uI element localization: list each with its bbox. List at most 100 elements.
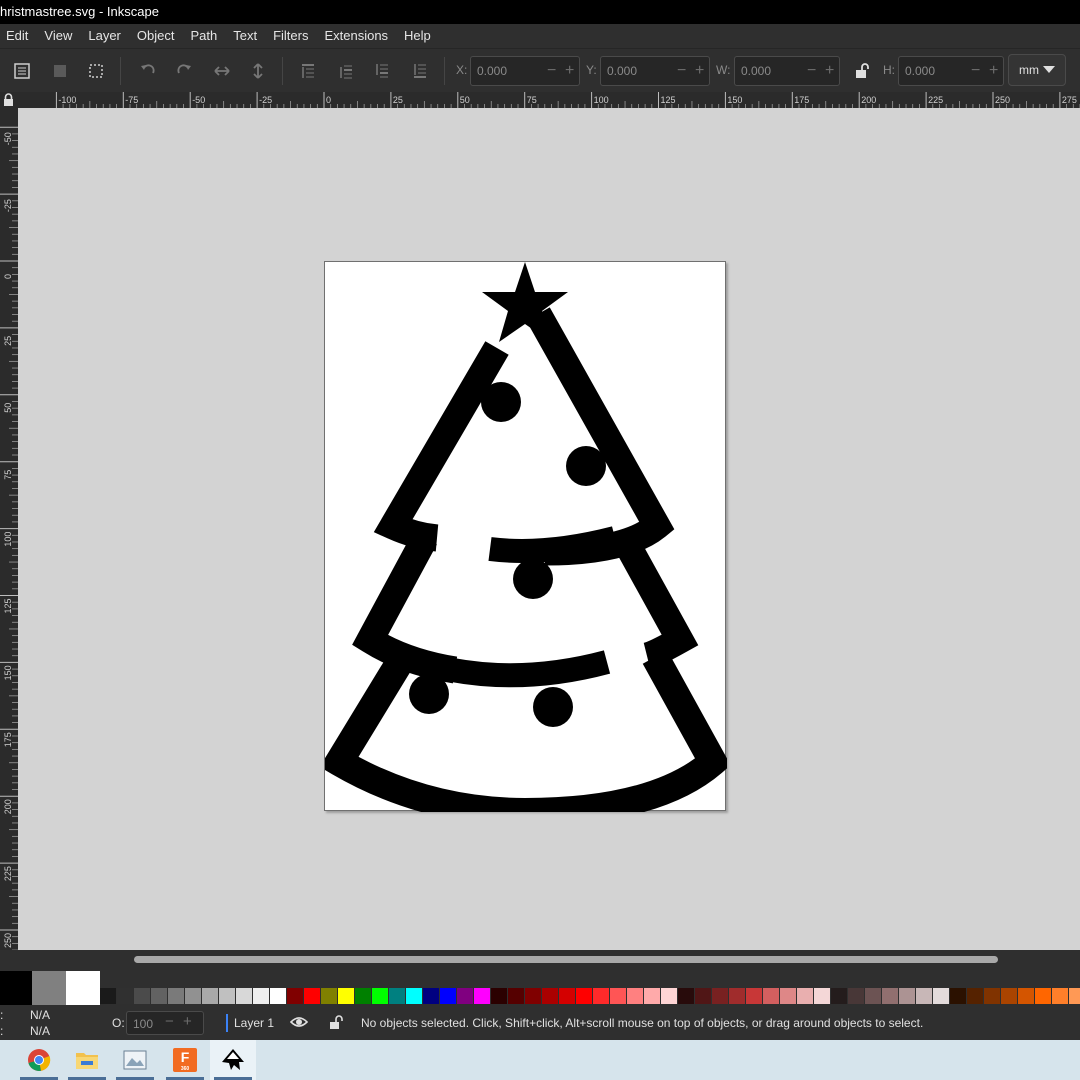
color-swatch[interactable] — [593, 988, 609, 1004]
increment-icon[interactable]: + — [989, 62, 998, 80]
color-swatch[interactable] — [287, 988, 303, 1004]
color-swatch[interactable] — [406, 988, 422, 1004]
color-swatch[interactable] — [440, 988, 456, 1004]
x-input[interactable]: 0.000 − + — [470, 56, 580, 86]
christmas-tree-drawing[interactable] — [319, 262, 731, 827]
color-swatch[interactable] — [202, 988, 218, 1004]
ornament-ball[interactable] — [409, 674, 449, 714]
decrement-icon[interactable]: − — [807, 62, 816, 80]
color-swatch[interactable] — [814, 988, 830, 1004]
color-swatch[interactable] — [270, 988, 286, 1004]
color-swatch[interactable] — [865, 988, 881, 1004]
color-swatch[interactable] — [253, 988, 269, 1004]
color-swatch[interactable] — [423, 988, 439, 1004]
increment-icon[interactable]: + — [183, 1013, 192, 1030]
color-swatch[interactable] — [236, 988, 252, 1004]
fill-value[interactable]: N/A — [30, 1008, 50, 1022]
menu-view[interactable]: View — [36, 24, 80, 48]
horizontal-scrollbar[interactable] — [0, 950, 1080, 970]
ornament-ball[interactable] — [481, 382, 521, 422]
drawing-canvas[interactable] — [18, 108, 1080, 950]
lock-guides-icon[interactable] — [0, 92, 18, 108]
color-swatch[interactable] — [576, 988, 592, 1004]
w-input[interactable]: 0.000 − + — [734, 56, 840, 86]
menu-text[interactable]: Text — [225, 24, 265, 48]
chrome-icon[interactable] — [16, 1040, 62, 1080]
increment-icon[interactable]: + — [825, 62, 834, 80]
color-swatch[interactable] — [712, 988, 728, 1004]
lower-to-bottom-icon[interactable] — [408, 59, 432, 83]
menu-object[interactable]: Object — [129, 24, 183, 48]
photos-icon[interactable] — [112, 1040, 158, 1080]
color-swatch[interactable] — [457, 988, 473, 1004]
tree-top-tier-right[interactable] — [526, 307, 675, 566]
color-swatch[interactable] — [1001, 988, 1017, 1004]
y-input[interactable]: 0.000 − + — [600, 56, 710, 86]
file-explorer-icon[interactable] — [64, 1040, 110, 1080]
tree-top-tier-left[interactable] — [373, 341, 509, 552]
color-swatch[interactable] — [525, 988, 541, 1004]
rotate-cw-icon[interactable] — [172, 59, 196, 83]
color-swatch[interactable] — [950, 988, 966, 1004]
color-swatch[interactable] — [933, 988, 949, 1004]
color-swatch[interactable] — [559, 988, 575, 1004]
menu-help[interactable]: Help — [396, 24, 439, 48]
color-swatch[interactable] — [627, 988, 643, 1004]
tree-garland-upper[interactable] — [488, 526, 618, 563]
increment-icon[interactable]: + — [695, 62, 704, 80]
tree-middle-tier-right[interactable] — [615, 537, 699, 670]
color-swatch[interactable] — [219, 988, 235, 1004]
menu-edit[interactable]: Edit — [0, 24, 36, 48]
swatch-none[interactable] — [100, 988, 116, 1004]
color-swatch[interactable] — [695, 988, 711, 1004]
lower-icon[interactable] — [370, 59, 394, 83]
swatch-black[interactable] — [0, 971, 32, 1005]
color-swatch[interactable] — [729, 988, 745, 1004]
decrement-icon[interactable]: − — [547, 62, 556, 80]
select-all-icon[interactable] — [10, 59, 34, 83]
tree-garland-lower[interactable] — [390, 642, 611, 688]
color-swatch[interactable] — [338, 988, 354, 1004]
swatch-white[interactable] — [66, 971, 100, 1005]
menu-path[interactable]: Path — [182, 24, 225, 48]
fusion-360-icon[interactable]: F 360 — [162, 1040, 208, 1080]
color-swatch[interactable] — [1069, 988, 1080, 1004]
color-swatch[interactable] — [372, 988, 388, 1004]
eye-icon[interactable] — [290, 1014, 308, 1030]
ornament-ball[interactable] — [566, 446, 606, 486]
color-swatch[interactable] — [185, 988, 201, 1004]
h-input[interactable]: 0.000 − + — [898, 56, 1004, 86]
unlock-icon[interactable] — [328, 1014, 344, 1030]
stroke-value[interactable]: N/A — [30, 1024, 50, 1038]
current-layer[interactable]: Layer 1 — [234, 1016, 274, 1030]
color-swatch[interactable] — [882, 988, 898, 1004]
color-swatch[interactable] — [1018, 988, 1034, 1004]
color-swatch[interactable] — [610, 988, 626, 1004]
document-page[interactable] — [319, 261, 731, 827]
color-swatch[interactable] — [1052, 988, 1068, 1004]
menu-extensions[interactable]: Extensions — [316, 24, 396, 48]
ornament-ball[interactable] — [513, 559, 553, 599]
decrement-icon[interactable]: − — [165, 1013, 174, 1030]
menu-filters[interactable]: Filters — [265, 24, 316, 48]
color-swatch[interactable] — [644, 988, 660, 1004]
color-swatch[interactable] — [780, 988, 796, 1004]
color-swatch[interactable] — [117, 988, 133, 1004]
color-swatch[interactable] — [678, 988, 694, 1004]
decrement-icon[interactable]: − — [971, 62, 980, 80]
color-swatch[interactable] — [168, 988, 184, 1004]
color-swatch[interactable] — [899, 988, 915, 1004]
color-swatch[interactable] — [491, 988, 507, 1004]
color-swatch[interactable] — [321, 988, 337, 1004]
color-swatch[interactable] — [916, 988, 932, 1004]
decrement-icon[interactable]: − — [677, 62, 686, 80]
horizontal-ruler[interactable]: -100 -75 -50 -25 0 25 50 75 100 125 150 175 200 225 25… — [18, 92, 1080, 108]
color-swatch[interactable] — [797, 988, 813, 1004]
flip-horizontal-icon[interactable] — [210, 59, 234, 83]
raise-icon[interactable] — [334, 59, 358, 83]
flip-vertical-icon[interactable] — [246, 59, 270, 83]
color-swatch[interactable] — [763, 988, 779, 1004]
color-swatch[interactable] — [542, 988, 558, 1004]
color-swatch[interactable] — [474, 988, 490, 1004]
color-swatch[interactable] — [355, 988, 371, 1004]
